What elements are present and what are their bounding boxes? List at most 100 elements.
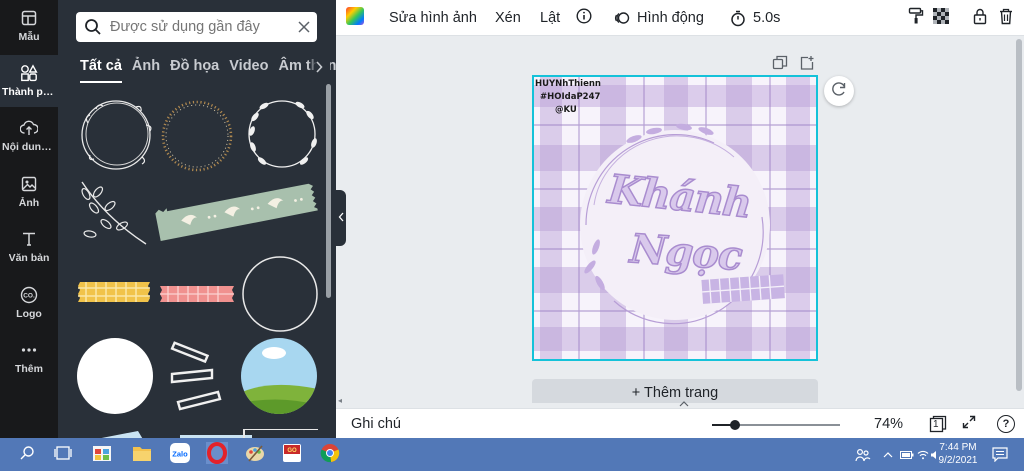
- regenerate-button[interactable]: [824, 76, 854, 106]
- branch-sprig-element[interactable]: [76, 178, 150, 253]
- circle-outline-frame-element[interactable]: [240, 254, 320, 339]
- editor-toolbar: Sửa hình ảnh Xén Lật Hình động 5.0s: [336, 0, 1024, 36]
- clock-time: 7:44 PM: [939, 442, 977, 453]
- taskbar-zalo-app[interactable]: Zalo: [167, 442, 193, 468]
- tab-graphics[interactable]: Đồ họa: [170, 55, 219, 83]
- washi-tape-pink-element[interactable]: [158, 284, 236, 309]
- trash-icon: [999, 8, 1013, 29]
- search-icon: [19, 445, 35, 466]
- animate-label: Hình động: [637, 10, 704, 26]
- taskbar-search-button[interactable]: [14, 442, 40, 468]
- add-page-icon[interactable]: [799, 55, 815, 71]
- design-title-line-2: Ngọc: [628, 224, 744, 280]
- animate-button[interactable]: Hình động: [614, 0, 704, 36]
- chevron-up-icon[interactable]: [679, 399, 689, 409]
- sidebar-item-more[interactable]: Thêm: [0, 332, 58, 384]
- app-window: Mẫu Thành phần Nội dung tải lên Ảnh Văn …: [0, 0, 1024, 471]
- washi-tape-birds-element[interactable]: [152, 176, 320, 247]
- crop-button[interactable]: Xén: [495, 0, 521, 36]
- notes-button[interactable]: Ghi chú: [351, 409, 401, 439]
- sidebar-item-elements[interactable]: Thành phần: [0, 55, 58, 107]
- sidebar-item-logo[interactable]: CO. Logo: [0, 277, 58, 329]
- vertical-scrollbar[interactable]: [1014, 37, 1024, 408]
- sidebar-item-label: Logo: [16, 308, 42, 320]
- lock-button[interactable]: [973, 0, 987, 36]
- taskbar-file-explorer[interactable]: [129, 442, 155, 468]
- panel-scrollbar[interactable]: [326, 84, 331, 298]
- sidebar-item-uploads[interactable]: Nội dung tải lên: [0, 110, 58, 162]
- scroll-left-icon[interactable]: ◂: [338, 396, 342, 405]
- opera-icon: [206, 441, 228, 469]
- color-palette-icon: [345, 6, 365, 30]
- partial-element-row[interactable]: [78, 428, 321, 438]
- zoom-slider-knob[interactable]: [730, 420, 741, 430]
- page-count-button[interactable]: 1: [929, 409, 947, 439]
- lock-icon: [973, 8, 987, 29]
- search-icon: [84, 18, 102, 36]
- watermark-line: @KU: [555, 105, 577, 115]
- duplicate-page-icon[interactable]: [772, 55, 788, 71]
- people-icon[interactable]: [855, 438, 871, 471]
- clock-date: 9/2/2021: [938, 455, 978, 466]
- notifications-icon[interactable]: [992, 438, 1008, 471]
- sidebar-item-photos[interactable]: Ảnh: [0, 166, 58, 218]
- task-view-button[interactable]: [50, 442, 76, 468]
- paint-roller-icon: [908, 7, 924, 29]
- wifi-icon[interactable]: [917, 438, 929, 471]
- delete-button[interactable]: [999, 0, 1013, 36]
- windows-taskbar: Zalo GO 7:44 PM 9/2/2021: [0, 438, 1024, 471]
- tab-photos[interactable]: Ảnh: [132, 55, 160, 83]
- taskbar-chrome-app[interactable]: [317, 442, 343, 468]
- search-input[interactable]: [110, 19, 297, 35]
- zoom-level[interactable]: 74%: [874, 409, 903, 439]
- leafy-wreath-element[interactable]: [242, 93, 322, 180]
- info-button[interactable]: [576, 0, 592, 36]
- landscape-circle-element[interactable]: [240, 337, 318, 420]
- text-icon: [20, 230, 38, 248]
- washi-tape-yellow-element[interactable]: [76, 280, 152, 309]
- color-picker-button[interactable]: [345, 0, 365, 36]
- close-icon[interactable]: [297, 20, 311, 34]
- edit-image-button[interactable]: Sửa hình ảnh: [389, 0, 477, 36]
- transparency-icon: [933, 8, 949, 28]
- svg-text:CO.: CO.: [23, 293, 35, 300]
- help-button[interactable]: ?: [997, 409, 1015, 439]
- search-box[interactable]: [76, 12, 317, 42]
- torn-tape-strips-element[interactable]: [168, 336, 226, 421]
- svg-text:GO: GO: [287, 448, 297, 454]
- chevron-left-icon: [338, 212, 344, 224]
- tab-video[interactable]: Video: [229, 55, 268, 83]
- expand-icon: [962, 415, 976, 433]
- chevron-right-icon[interactable]: [308, 55, 330, 79]
- design-watermark: HUYNhThienn #HOIdaP247 @KU: [535, 78, 601, 117]
- bottom-bar: Ghi chú 74% 1 ?: [336, 401, 1024, 439]
- copy-style-button[interactable]: [908, 0, 924, 36]
- sidebar-item-text[interactable]: Văn bản: [0, 221, 58, 273]
- duration-button[interactable]: 5.0s: [730, 0, 780, 36]
- taskbar-store-app[interactable]: [89, 442, 115, 468]
- white-circle-element[interactable]: [76, 337, 154, 420]
- zoom-slider[interactable]: [712, 420, 840, 430]
- sidebar-item-templates[interactable]: Mẫu: [0, 0, 58, 52]
- taskbar-clock[interactable]: 7:44 PM 9/2/2021: [933, 441, 983, 467]
- tab-all[interactable]: Tất cả: [80, 55, 122, 83]
- watermark-line: HUYNhThienn: [535, 79, 601, 89]
- sidebar-item-label: Mẫu: [18, 31, 40, 43]
- collapse-panel-button[interactable]: [336, 190, 346, 246]
- battery-icon[interactable]: [900, 438, 914, 471]
- fullscreen-button[interactable]: [962, 409, 976, 439]
- taskbar-opera-app[interactable]: [204, 441, 230, 469]
- horizontal-scrollbar[interactable]: ◂: [336, 396, 1014, 408]
- svg-text:Zalo: Zalo: [172, 449, 188, 458]
- chevron-up-icon[interactable]: [883, 438, 893, 471]
- flip-button[interactable]: Lật: [540, 0, 560, 36]
- taskbar-paint-app[interactable]: [242, 442, 268, 468]
- design-canvas[interactable]: HUYNhThienn #HOIdaP247 @KU Khánh Ngọc: [532, 75, 818, 361]
- beaded-wreath-element[interactable]: [158, 97, 236, 180]
- floral-wreath-element[interactable]: [76, 95, 156, 180]
- taskbar-game-app[interactable]: GO: [279, 442, 305, 468]
- vertical-scrollbar-thumb[interactable]: [1016, 39, 1022, 391]
- transparency-button[interactable]: [933, 0, 949, 36]
- sidebar-item-label: Nội dung tải lên: [2, 141, 56, 153]
- zalo-icon: Zalo: [169, 442, 191, 469]
